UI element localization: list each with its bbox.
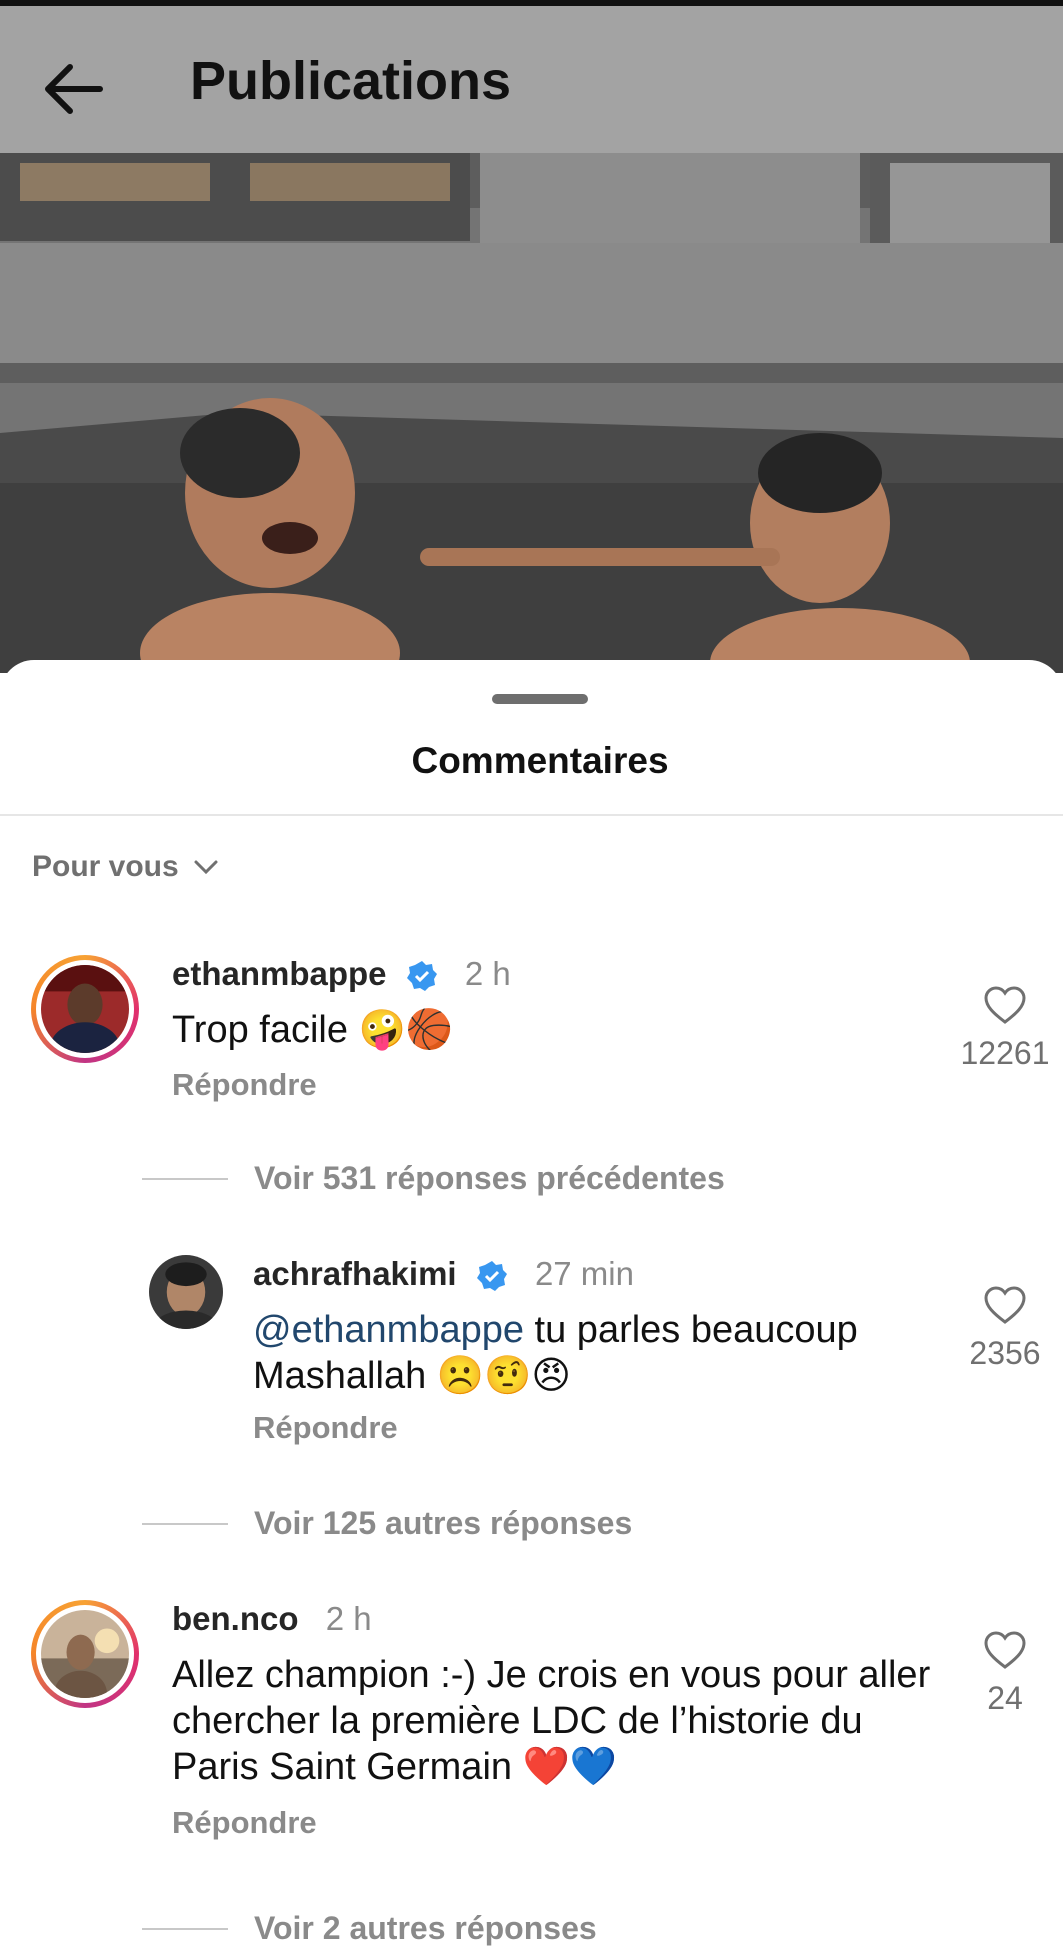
like-button[interactable]: 12261 [950,985,1060,1072]
reply-button[interactable]: Répondre [172,1067,317,1103]
app-bar: Publications [0,6,1063,153]
like-count: 2356 [969,1335,1041,1371]
view-replies-button[interactable]: Voir 125 autres réponses [142,1505,632,1542]
filter-dropdown[interactable]: Pour vous [32,850,221,884]
comment-text: @ethanmbappe tu parles beaucoup Mashalla… [253,1309,858,1397]
verified-badge-icon [476,1261,507,1292]
filter-label: Pour vous [32,850,179,883]
heart-icon [984,1631,1026,1669]
divider-line [142,1927,228,1930]
comment-username[interactable]: achrafhakimi 27 min [253,1255,634,1293]
like-count: 24 [987,1680,1023,1716]
like-button[interactable]: 2356 [950,1285,1060,1372]
comment-username[interactable]: ethanmbappe 2 h [172,955,511,993]
comment-item: achrafhakimi 27 min @ethanmbappe tu parl… [0,1255,1063,1515]
reply-button[interactable]: Répondre [253,1410,398,1446]
heart-icon [984,986,1026,1024]
sheet-title: Commentaires [411,740,669,781]
divider-line [142,1522,228,1525]
heart-icon [984,1286,1026,1324]
verified-badge-icon [406,961,437,992]
comment-text: Allez champion :-) Je crois en vous pour… [172,1654,931,1788]
reply-button[interactable]: Répondre [172,1805,317,1841]
comment-username[interactable]: ben.nco 2 h [172,1600,372,1638]
divider-line [142,1177,228,1180]
avatar[interactable] [31,1600,139,1708]
comment-text: Trop facile 🤪🏀 [172,1009,454,1051]
view-replies-label: Voir 531 réponses précédentes [254,1160,725,1196]
comment-time: 2 h [464,955,511,992]
view-replies-label: Voir 2 autres réponses [254,1910,597,1946]
back-button[interactable] [40,56,106,122]
post-media[interactable] [0,153,1063,673]
comments-sheet: Commentaires Pour vous ethanmbappe 2 h T… [0,660,1063,1960]
avatar[interactable] [149,1255,223,1329]
comment-time: 2 h [325,1600,372,1637]
mention-link[interactable]: @ethanmbappe [253,1309,524,1351]
like-button[interactable]: 24 [950,1630,1060,1717]
sheet-drag-handle[interactable] [492,694,588,704]
comment-time: 27 min [534,1255,634,1292]
chevron-down-icon [194,860,218,875]
post-photo [0,153,1063,673]
avatar[interactable] [31,955,139,1063]
view-replies-button[interactable]: Voir 2 autres réponses [142,1910,597,1947]
like-count: 12261 [960,1035,1050,1071]
view-replies-button[interactable]: Voir 531 réponses précédentes [142,1160,725,1197]
page-title: Publications [190,51,512,111]
view-replies-label: Voir 125 autres réponses [254,1505,633,1541]
comment-item: ben.nco 2 h Allez champion :-) Je crois … [0,1600,1063,1880]
arrow-left-icon [45,64,103,114]
divider [0,814,1063,816]
